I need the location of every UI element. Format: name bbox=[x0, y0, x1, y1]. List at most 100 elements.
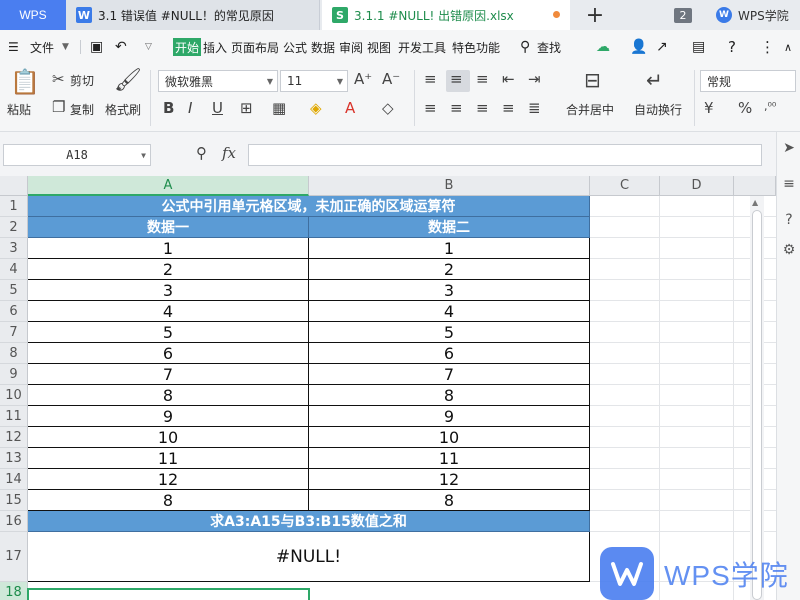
tab-document[interactable]: W 3.1 错误值 #NULL！的常见原因 bbox=[66, 0, 320, 30]
paste-button[interactable]: 粘贴 bbox=[7, 101, 31, 118]
window-count-badge[interactable]: 2 bbox=[674, 8, 692, 23]
align-middle-icon[interactable]: ≡ bbox=[450, 72, 463, 87]
hamburger-menu-icon[interactable]: ☰ bbox=[8, 38, 19, 56]
data-cell-b14[interactable]: 12 bbox=[309, 469, 590, 490]
select-all-corner[interactable] bbox=[0, 176, 28, 196]
font-name-select[interactable]: 微软雅黑 ▼ bbox=[158, 70, 278, 92]
font-color-icon[interactable]: A bbox=[345, 101, 355, 116]
column-header-e[interactable] bbox=[734, 176, 776, 196]
italic-icon[interactable]: I bbox=[188, 101, 192, 116]
tab-view[interactable]: 视图 bbox=[367, 38, 391, 56]
row-header-2[interactable]: 2 bbox=[0, 217, 28, 238]
copy-button[interactable]: 复制 bbox=[70, 101, 94, 118]
row-header-13[interactable]: 13 bbox=[0, 448, 28, 469]
clear-format-icon[interactable]: ◇ bbox=[382, 101, 394, 116]
align-bottom-icon[interactable]: ≡ bbox=[476, 72, 489, 87]
data-cell-a3[interactable]: 1 bbox=[28, 238, 309, 259]
data-cell-a6[interactable]: 4 bbox=[28, 301, 309, 322]
row-header-5[interactable]: 5 bbox=[0, 280, 28, 301]
wrap-text-button[interactable]: 自动换行 bbox=[634, 101, 682, 118]
more-options-icon[interactable]: ⋮ bbox=[760, 38, 775, 56]
sidebar-tool-icon[interactable]: ⚙ bbox=[777, 242, 800, 258]
share-user-icon[interactable]: 👤 bbox=[630, 38, 647, 56]
data-cell-b12[interactable]: 10 bbox=[309, 427, 590, 448]
data-cell-b10[interactable]: 8 bbox=[309, 385, 590, 406]
row-header-4[interactable]: 4 bbox=[0, 259, 28, 280]
tab-insert[interactable]: 插入 bbox=[203, 38, 227, 56]
data-cell-a12[interactable]: 10 bbox=[28, 427, 309, 448]
search-icon[interactable]: ⚲ bbox=[520, 38, 530, 56]
row-header-17[interactable]: 17 bbox=[0, 532, 28, 582]
tab-page-layout[interactable]: 页面布局 bbox=[231, 38, 279, 56]
tab-review[interactable]: 审阅 bbox=[339, 38, 363, 56]
increase-font-icon[interactable]: A⁺ bbox=[354, 72, 372, 87]
row-header-18[interactable]: 18 bbox=[0, 582, 28, 600]
copy-icon[interactable]: ❐ bbox=[52, 100, 65, 115]
row-header-8[interactable]: 8 bbox=[0, 343, 28, 364]
row-header-3[interactable]: 3 bbox=[0, 238, 28, 259]
data-cell-b13[interactable]: 11 bbox=[309, 448, 590, 469]
row-header-11[interactable]: 11 bbox=[0, 406, 28, 427]
paste-icon[interactable]: 📋 bbox=[10, 70, 40, 94]
tab-developer[interactable]: 开发工具 bbox=[398, 38, 446, 56]
save-icon[interactable]: ▣ bbox=[90, 38, 103, 56]
fill-color-icon[interactable]: ◈ bbox=[310, 101, 322, 116]
column-header-c[interactable]: C bbox=[590, 176, 660, 196]
bold-icon[interactable]: B bbox=[163, 101, 174, 116]
column-header-d[interactable]: D bbox=[660, 176, 734, 196]
tab-start[interactable]: 开始 bbox=[173, 38, 202, 56]
font-size-select[interactable]: 11 ▼ bbox=[280, 70, 348, 92]
properties-icon[interactable]: ≡ bbox=[777, 176, 800, 192]
share-icon[interactable]: ↗ bbox=[656, 38, 668, 56]
data-cell-b5[interactable]: 3 bbox=[309, 280, 590, 301]
selected-cell-a18[interactable] bbox=[27, 588, 310, 600]
data-cell-a13[interactable]: 11 bbox=[28, 448, 309, 469]
row-header-14[interactable]: 14 bbox=[0, 469, 28, 490]
zoom-formula-icon[interactable]: ⚲ bbox=[196, 146, 207, 161]
instruction-cell[interactable]: 求A3:A15与B3:B15数值之和 bbox=[28, 511, 590, 532]
align-center-icon[interactable]: ≡ bbox=[450, 101, 463, 116]
indent-decrease-icon[interactable]: ⇤ bbox=[502, 72, 515, 87]
tab-formulas[interactable]: 公式 bbox=[283, 38, 307, 56]
search-button[interactable]: 查找 bbox=[537, 38, 561, 56]
tab-special-features[interactable]: 特色功能 bbox=[452, 38, 500, 56]
account-button[interactable]: W WPS学院 bbox=[716, 0, 789, 30]
header-cell-a2[interactable]: 数据一 bbox=[28, 217, 309, 238]
wrap-text-icon[interactable]: ↵ bbox=[646, 70, 663, 90]
row-header-16[interactable]: 16 bbox=[0, 511, 28, 532]
align-right-icon[interactable]: ≡ bbox=[476, 101, 489, 116]
data-cell-b15[interactable]: 8 bbox=[309, 490, 590, 511]
row-header-10[interactable]: 10 bbox=[0, 385, 28, 406]
collapse-ribbon-icon[interactable]: ∧ bbox=[784, 38, 792, 56]
new-tab-button[interactable]: + bbox=[580, 0, 610, 30]
merge-center-button[interactable]: 合并居中 bbox=[566, 101, 614, 118]
fx-icon[interactable]: fx bbox=[222, 146, 236, 161]
row-header-6[interactable]: 6 bbox=[0, 301, 28, 322]
data-cell-a7[interactable]: 5 bbox=[28, 322, 309, 343]
formula-input[interactable] bbox=[248, 144, 762, 166]
border-icon[interactable]: ⊞ bbox=[240, 101, 253, 116]
data-cell-a4[interactable]: 2 bbox=[28, 259, 309, 280]
scissors-icon[interactable]: ✂ bbox=[52, 72, 65, 87]
data-cell-b9[interactable]: 7 bbox=[309, 364, 590, 385]
underline-icon[interactable]: U bbox=[212, 101, 223, 116]
data-cell-b8[interactable]: 6 bbox=[309, 343, 590, 364]
decrease-font-icon[interactable]: A⁻ bbox=[382, 72, 400, 87]
tab-data[interactable]: 数据 bbox=[311, 38, 335, 56]
row-header-15[interactable]: 15 bbox=[0, 490, 28, 511]
cell-border-icon[interactable]: ▦ bbox=[272, 101, 286, 116]
format-painter-icon[interactable]: 🖌 bbox=[114, 70, 142, 92]
data-cell-a9[interactable]: 7 bbox=[28, 364, 309, 385]
result-cell[interactable]: #NULL! bbox=[28, 532, 590, 582]
cursor-select-icon[interactable]: ➤ bbox=[777, 140, 800, 156]
chevron-down-icon[interactable]: ▼ bbox=[62, 38, 69, 56]
data-cell-b11[interactable]: 9 bbox=[309, 406, 590, 427]
data-cell-b6[interactable]: 4 bbox=[309, 301, 590, 322]
align-left-icon[interactable]: ≡ bbox=[424, 101, 437, 116]
row-header-12[interactable]: 12 bbox=[0, 427, 28, 448]
data-cell-a15[interactable]: 8 bbox=[28, 490, 309, 511]
data-cell-a14[interactable]: 12 bbox=[28, 469, 309, 490]
help-icon[interactable]: ? bbox=[728, 38, 736, 56]
name-box[interactable]: A18 ▼ bbox=[3, 144, 151, 166]
indent-increase-icon[interactable]: ⇥ bbox=[528, 72, 541, 87]
